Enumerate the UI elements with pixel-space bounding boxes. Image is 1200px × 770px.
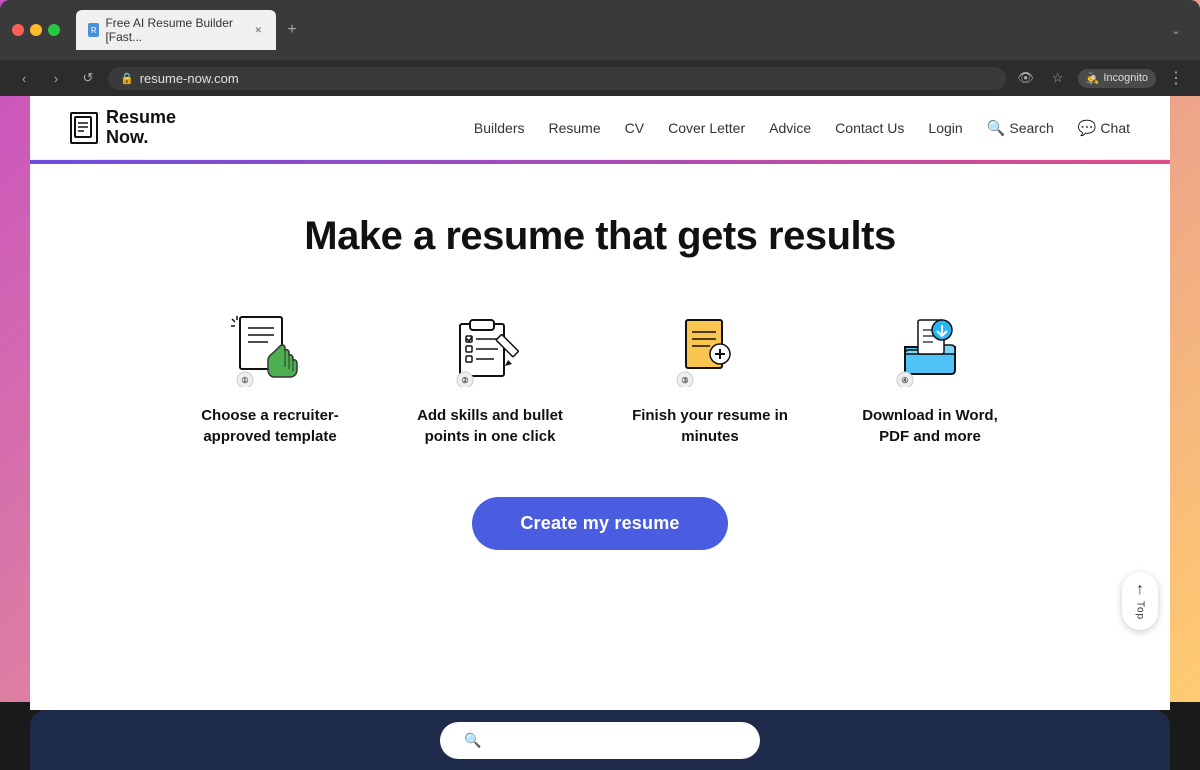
address-bar[interactable]: 🔒 resume-now.com (108, 67, 1006, 90)
search-icon: 🔍 (987, 119, 1006, 137)
bookmark-star-icon[interactable]: ☆ (1046, 66, 1070, 90)
forward-button[interactable]: › (44, 66, 68, 90)
toolbar-actions: 👁 ☆ 🕵 Incognito ⋮ (1014, 66, 1188, 90)
incognito-label: Incognito (1103, 72, 1148, 84)
svg-text:②: ② (461, 376, 468, 385)
browser-toolbar: ‹ › ↺ 🔒 resume-now.com 👁 ☆ 🕵 Incognito ⋮ (0, 60, 1200, 96)
download-icon-wrapper: ④ (885, 309, 975, 389)
tab-close-button[interactable]: ✕ (253, 23, 264, 37)
skills-icon-wrapper: ② (445, 309, 535, 389)
new-tab-button[interactable]: + (280, 18, 304, 42)
search-label: Search (1009, 120, 1053, 136)
svg-text:④: ④ (901, 376, 908, 385)
create-resume-button[interactable]: Create my resume (472, 497, 727, 550)
finish-icon-wrapper: ③ (665, 309, 755, 389)
incognito-badge: 🕵 Incognito (1078, 69, 1156, 88)
close-window-button[interactable] (12, 24, 24, 36)
more-options-button[interactable]: ⋮ (1164, 68, 1188, 88)
back-button[interactable]: ‹ (12, 66, 36, 90)
nav-advice[interactable]: Advice (769, 120, 811, 136)
maximize-window-button[interactable] (48, 24, 60, 36)
tab-title: Free AI Resume Builder [Fast... (105, 16, 242, 44)
features-row: ① Choose a recruiter-approved template (70, 309, 1130, 447)
bottom-section: 🔍 (30, 710, 1170, 770)
scroll-top-arrow: ↑ (1136, 581, 1144, 599)
feature-item-finish: ③ Finish your resume in minutes (630, 309, 790, 447)
feature-finish-label: Finish your resume in minutes (630, 405, 790, 447)
feature-download-label: Download in Word, PDF and more (850, 405, 1010, 447)
chat-icon: 💬 (1078, 119, 1097, 137)
browser-titlebar: R Free AI Resume Builder [Fast... ✕ + ⌄ (0, 0, 1200, 60)
feature-item-skills: ② Add skills and bullet points in one cl… (410, 309, 570, 447)
nav-search[interactable]: 🔍 Search (987, 119, 1054, 137)
browser-window: R Free AI Resume Builder [Fast... ✕ + ⌄ … (0, 0, 1200, 96)
scroll-top-button[interactable]: ↑ Top (1122, 572, 1158, 630)
feature-skills-label: Add skills and bullet points in one clic… (410, 405, 570, 447)
hero-title: Make a resume that gets results (70, 214, 1130, 259)
active-tab[interactable]: R Free AI Resume Builder [Fast... ✕ (76, 10, 276, 50)
feature-item-template: ① Choose a recruiter-approved template (190, 309, 350, 447)
nav-login[interactable]: Login (928, 120, 962, 136)
svg-text:①: ① (241, 376, 248, 385)
nav-chat[interactable]: 💬 Chat (1078, 119, 1130, 137)
feature-item-download: ④ Download in Word, PDF and more (850, 309, 1010, 447)
traffic-lights (12, 24, 60, 36)
incognito-icon: 🕵 (1086, 72, 1100, 85)
nav-builders[interactable]: Builders (474, 120, 525, 136)
template-icon-wrapper: ① (225, 309, 315, 389)
tab-favicon: R (88, 23, 99, 37)
nav-cover-letter[interactable]: Cover Letter (668, 120, 745, 136)
nav-links: Builders Resume CV Cover Letter Advice C… (474, 119, 1130, 137)
bottom-search-bar[interactable]: 🔍 (440, 722, 760, 759)
tab-bar: R Free AI Resume Builder [Fast... ✕ + (76, 10, 1156, 50)
nav-resume[interactable]: Resume (549, 120, 601, 136)
svg-text:③: ③ (681, 376, 688, 385)
minimize-window-button[interactable] (30, 24, 42, 36)
website-content: Resume Now. Builders Resume CV Cover Let… (30, 96, 1170, 710)
logo-text: Resume Now. (106, 108, 176, 148)
bottom-search-icon: 🔍 (464, 732, 481, 749)
site-nav: Resume Now. Builders Resume CV Cover Let… (30, 96, 1170, 160)
lock-icon: 🔒 (120, 72, 134, 85)
url-display: resume-now.com (140, 71, 994, 86)
scroll-top-label: Top (1135, 601, 1146, 620)
window-controls[interactable]: ⌄ (1164, 18, 1188, 42)
chat-label: Chat (1100, 120, 1130, 136)
reload-button[interactable]: ↺ (76, 66, 100, 90)
nav-contact-us[interactable]: Contact Us (835, 120, 904, 136)
logo[interactable]: Resume Now. (70, 108, 176, 148)
eye-slash-icon[interactable]: 👁 (1014, 66, 1038, 90)
feature-template-label: Choose a recruiter-approved template (190, 405, 350, 447)
hero-section: Make a resume that gets results (30, 164, 1170, 590)
logo-icon (70, 112, 98, 144)
nav-cv[interactable]: CV (625, 120, 644, 136)
